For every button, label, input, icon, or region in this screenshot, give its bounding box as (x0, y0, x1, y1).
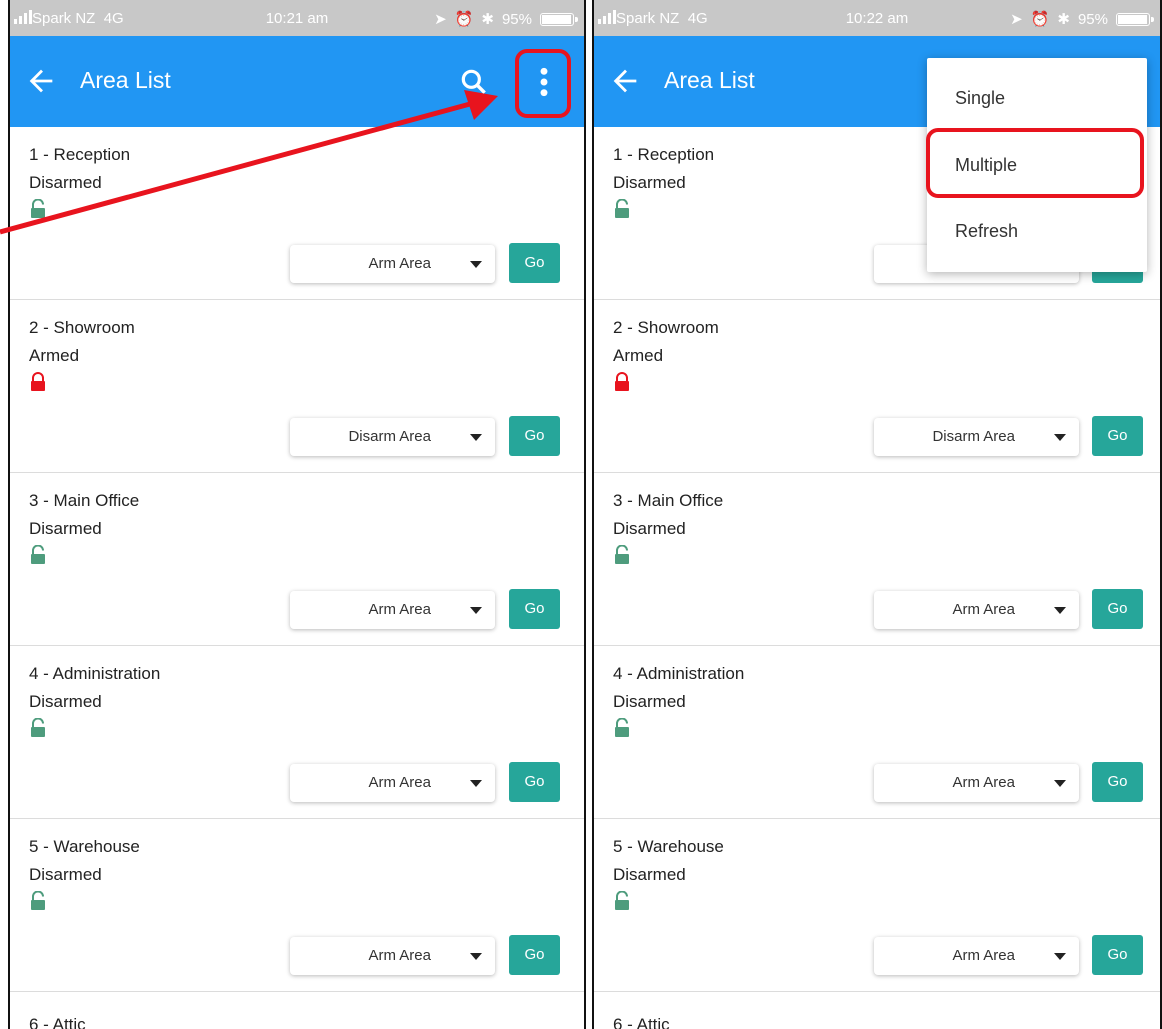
dropdown-caret-icon (470, 434, 482, 441)
go-button[interactable]: Go (509, 243, 560, 283)
unlocked-icon (31, 199, 45, 218)
battery-icon (540, 12, 578, 26)
page-title: Area List (664, 67, 755, 93)
go-button[interactable]: Go (1092, 589, 1143, 629)
unlocked-icon (615, 199, 629, 218)
phone-screen-right: Spark NZ 4G 10:22 am ➤ ⏰ ✱ 95% Area List… (592, 0, 1162, 1029)
area-name: 2 - Showroom (613, 318, 719, 337)
area-row: 5 - Warehouse Disarmed Arm Area Go (10, 819, 584, 992)
unlocked-icon (31, 891, 45, 910)
area-name: 6 - Attic (29, 1015, 86, 1029)
alarm-icon: ⏰ (454, 11, 474, 28)
go-button[interactable]: Go (1092, 762, 1143, 802)
area-name: 3 - Main Office (613, 491, 724, 510)
page-title: Area List (80, 67, 171, 93)
go-button[interactable]: Go (1092, 935, 1143, 975)
area-name: 3 - Main Office (29, 491, 140, 510)
area-action-select[interactable]: Arm Area (290, 764, 495, 802)
area-action-select[interactable]: Arm Area (290, 937, 495, 975)
arrow-left-icon[interactable] (24, 64, 58, 98)
location-icon: ➤ (434, 11, 447, 28)
status-bar: Spark NZ 4G 10:22 am ➤ ⏰ ✱ 95% (594, 0, 1160, 36)
area-name: 4 - Administration (29, 664, 161, 683)
area-state: Armed (29, 346, 80, 365)
area-state: Disarmed (613, 692, 686, 711)
area-name: 6 - Attic (613, 1015, 670, 1029)
battery-percent: 95% (501, 10, 532, 28)
area-action-select[interactable]: Arm Area (874, 591, 1079, 629)
alarm-icon: ⏰ (1030, 11, 1050, 28)
area-action-select[interactable]: Arm Area (874, 937, 1079, 975)
area-name: 5 - Warehouse (613, 837, 724, 856)
bluetooth-icon: ✱ (481, 11, 494, 28)
area-action-select[interactable]: Arm Area (874, 764, 1079, 802)
phone-screen-left: Spark NZ 4G 10:21 am ➤ ⏰ ✱ 95% Area List… (8, 0, 586, 1029)
area-state: Disarmed (29, 865, 102, 884)
dropdown-caret-icon (470, 953, 482, 960)
dropdown-caret-icon (470, 780, 482, 787)
status-bar: Spark NZ 4G 10:21 am ➤ ⏰ ✱ 95% (10, 0, 584, 36)
locked-icon (31, 372, 45, 391)
dropdown-caret-icon (1054, 434, 1066, 441)
area-row: 3 - Main Office Disarmed Arm Area Go (594, 473, 1160, 646)
area-state: Armed (613, 346, 664, 365)
area-action-select[interactable]: Arm Area (290, 245, 495, 283)
area-name: 4 - Administration (613, 664, 745, 683)
dropdown-caret-icon (1054, 953, 1066, 960)
go-button[interactable]: Go (509, 589, 560, 629)
area-list: 1 - Reception Disarmed Arm Area Go 2 - S… (10, 127, 584, 992)
area-state: Disarmed (29, 173, 102, 192)
area-state: Disarmed (613, 865, 686, 884)
area-row: 4 - Administration Disarmed Arm Area Go (594, 646, 1160, 819)
go-button[interactable]: Go (509, 762, 560, 802)
highlight-box (926, 128, 1144, 198)
dropdown-caret-icon (1054, 780, 1066, 787)
area-state: Disarmed (613, 173, 686, 192)
dropdown-caret-icon (470, 261, 482, 268)
area-action-select[interactable]: Disarm Area (874, 418, 1079, 456)
bluetooth-icon: ✱ (1057, 11, 1070, 28)
unlocked-icon (615, 545, 629, 564)
area-row: 5 - Warehouse Disarmed Arm Area Go (594, 819, 1160, 992)
unlocked-icon (615, 891, 629, 910)
unlocked-icon (615, 718, 629, 737)
area-name: 2 - Showroom (29, 318, 135, 337)
dropdown-caret-icon (1054, 607, 1066, 614)
menu-item-refresh[interactable]: Refresh (955, 221, 1018, 242)
area-row: 2 - Showroom Armed Disarm Area Go (10, 300, 584, 473)
battery-percent: 95% (1077, 10, 1108, 28)
area-row: 3 - Main Office Disarmed Arm Area Go (10, 473, 584, 646)
area-row: 1 - Reception Disarmed Arm Area Go (10, 127, 584, 300)
unlocked-icon (31, 718, 45, 737)
app-bar: Area List (10, 36, 584, 127)
go-button[interactable]: Go (509, 416, 560, 456)
go-button[interactable]: Go (1092, 416, 1143, 456)
unlocked-icon (31, 545, 45, 564)
highlight-box (515, 49, 571, 118)
area-name: 1 - Reception (29, 145, 131, 164)
area-row: 2 - Showroom Armed Disarm Area Go (594, 300, 1160, 473)
search-icon[interactable] (458, 66, 490, 98)
battery-icon (1116, 12, 1154, 26)
area-name: 5 - Warehouse (29, 837, 140, 856)
arrow-left-icon[interactable] (608, 64, 642, 98)
area-state: Disarmed (29, 519, 102, 538)
area-state: Disarmed (29, 692, 102, 711)
area-action-select[interactable]: Arm Area (290, 591, 495, 629)
area-name: 1 - Reception (613, 145, 715, 164)
area-action-select[interactable]: Disarm Area (290, 418, 495, 456)
locked-icon (615, 372, 629, 391)
dropdown-caret-icon (470, 607, 482, 614)
location-icon: ➤ (1010, 11, 1023, 28)
menu-item-single[interactable]: Single (955, 88, 1005, 109)
go-button[interactable]: Go (509, 935, 560, 975)
area-state: Disarmed (613, 519, 686, 538)
area-row: 4 - Administration Disarmed Arm Area Go (10, 646, 584, 819)
